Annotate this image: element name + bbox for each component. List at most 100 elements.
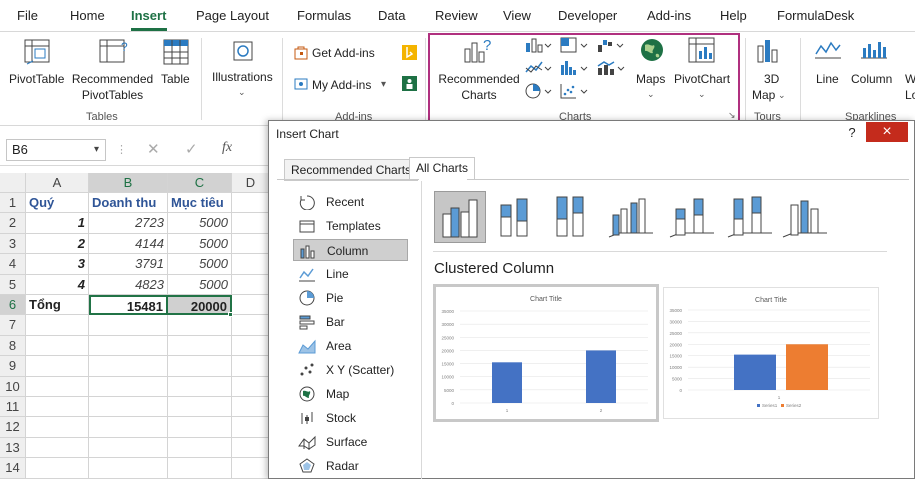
tab-review[interactable]: Review: [435, 8, 478, 23]
tab-data[interactable]: Data: [378, 8, 405, 23]
column-header-a[interactable]: A: [26, 173, 89, 193]
cell[interactable]: 3791: [89, 254, 168, 275]
chart-type-pie[interactable]: Pie: [293, 287, 408, 309]
cell[interactable]: [232, 274, 270, 295]
select-all-corner[interactable]: [0, 173, 26, 193]
my-addins-button[interactable]: My Add-ins: [312, 77, 371, 93]
cell[interactable]: [89, 335, 168, 357]
chart-type-templates[interactable]: Templates: [293, 215, 408, 237]
column-header-b[interactable]: B: [89, 173, 168, 193]
row-header-11[interactable]: 11: [0, 397, 26, 418]
3d-percent-stacked-column-thumbnail[interactable]: [724, 191, 776, 243]
row-header-13[interactable]: 13: [0, 437, 26, 459]
cell[interactable]: [232, 376, 270, 397]
sparkline-line-button[interactable]: [813, 38, 843, 66]
3d-map-button[interactable]: [754, 36, 784, 66]
row-header-9[interactable]: 9: [0, 356, 26, 377]
cell[interactable]: 4: [26, 274, 89, 295]
cell[interactable]: [26, 458, 89, 479]
tab-page-layout[interactable]: Page Layout: [196, 8, 269, 23]
row-header-10[interactable]: 10: [0, 376, 26, 397]
cell[interactable]: 5000: [168, 254, 232, 275]
people-graph-icon[interactable]: [402, 76, 417, 91]
chart-preview-1[interactable]: Chart Title 35000 30000 25000 20000 15000 1000…: [433, 284, 659, 422]
3d-column-thumbnail[interactable]: [779, 191, 831, 243]
cell[interactable]: 2: [26, 233, 89, 255]
row-header-6[interactable]: 6: [0, 295, 26, 316]
pivottable-button[interactable]: [22, 37, 52, 67]
cell[interactable]: Doanh thu: [89, 193, 168, 214]
chart-type-recent[interactable]: Recent: [293, 191, 408, 213]
sparkline-column-button[interactable]: [859, 38, 889, 66]
cell[interactable]: [232, 295, 270, 316]
percent-stacked-column-thumbnail[interactable]: [547, 191, 599, 243]
cell[interactable]: [26, 356, 89, 377]
cell[interactable]: [89, 417, 168, 438]
cell[interactable]: [232, 254, 270, 275]
cell[interactable]: 1: [26, 213, 89, 234]
enter-icon[interactable]: ✓: [185, 140, 198, 158]
help-button[interactable]: ?: [841, 123, 863, 143]
cell[interactable]: 5000: [168, 274, 232, 295]
cell[interactable]: [232, 356, 270, 377]
cell[interactable]: [232, 193, 270, 214]
tab-developer[interactable]: Developer: [558, 8, 617, 23]
3d-stacked-column-thumbnail[interactable]: [666, 191, 718, 243]
table-button[interactable]: [161, 37, 191, 67]
3d-clustered-column-thumbnail[interactable]: [605, 191, 657, 243]
cell[interactable]: [232, 315, 270, 336]
cell[interactable]: [168, 458, 232, 479]
chart-type-area[interactable]: Area: [293, 335, 408, 357]
cell[interactable]: [168, 315, 232, 336]
recommended-pivottables-button[interactable]: ?: [98, 37, 130, 67]
cell[interactable]: [232, 213, 270, 234]
row-header-2[interactable]: 2: [0, 213, 26, 234]
cell[interactable]: 5000: [168, 213, 232, 234]
cell[interactable]: 15481: [89, 295, 168, 316]
cell[interactable]: [26, 315, 89, 336]
cell[interactable]: [26, 376, 89, 397]
cell[interactable]: [89, 458, 168, 479]
cell[interactable]: Mục tiêu: [168, 193, 232, 214]
cell[interactable]: [26, 437, 89, 459]
chart-type-column[interactable]: Column: [293, 239, 408, 261]
row-header-4[interactable]: 4: [0, 254, 26, 275]
chart-type-surface[interactable]: Surface: [293, 431, 408, 453]
cell[interactable]: [89, 437, 168, 459]
get-addins-button[interactable]: Get Add-ins: [312, 45, 375, 61]
chart-type-line[interactable]: Line: [293, 263, 408, 285]
cell[interactable]: [89, 356, 168, 377]
tab-all-charts[interactable]: All Charts: [409, 157, 476, 180]
cell[interactable]: [26, 397, 89, 418]
cell[interactable]: [232, 397, 270, 418]
cell[interactable]: [168, 397, 232, 418]
row-header-8[interactable]: 8: [0, 335, 26, 357]
insert-function-icon[interactable]: fx: [222, 140, 232, 156]
row-header-7[interactable]: 7: [0, 315, 26, 336]
cell[interactable]: [89, 376, 168, 397]
cell[interactable]: [89, 315, 168, 336]
cell[interactable]: 3: [26, 254, 89, 275]
cell[interactable]: [232, 335, 270, 357]
cell[interactable]: [232, 458, 270, 479]
cell[interactable]: 20000: [168, 295, 232, 316]
illustrations-button[interactable]: [228, 37, 258, 67]
cell[interactable]: 5000: [168, 233, 232, 255]
chart-type-bar[interactable]: Bar: [293, 311, 408, 333]
tab-home[interactable]: Home: [70, 8, 105, 23]
clustered-column-thumbnail[interactable]: [434, 191, 486, 243]
close-button[interactable]: ×: [866, 122, 908, 142]
cell[interactable]: [232, 417, 270, 438]
tab-recommended-charts[interactable]: Recommended Charts: [284, 159, 419, 181]
stacked-column-thumbnail[interactable]: [491, 191, 543, 243]
cell[interactable]: [232, 437, 270, 459]
name-box-dropdown-icon[interactable]: ▾: [94, 144, 99, 155]
3d-map-dropdown-icon[interactable]: ⌄: [778, 87, 786, 103]
row-header-14[interactable]: 14: [0, 458, 26, 479]
cell[interactable]: [26, 417, 89, 438]
cell[interactable]: [168, 417, 232, 438]
column-header-c[interactable]: C: [168, 173, 232, 193]
tab-formuladesk[interactable]: FormulaDesk: [777, 8, 854, 23]
bing-icon[interactable]: [402, 45, 417, 60]
row-header-3[interactable]: 3: [0, 233, 26, 255]
